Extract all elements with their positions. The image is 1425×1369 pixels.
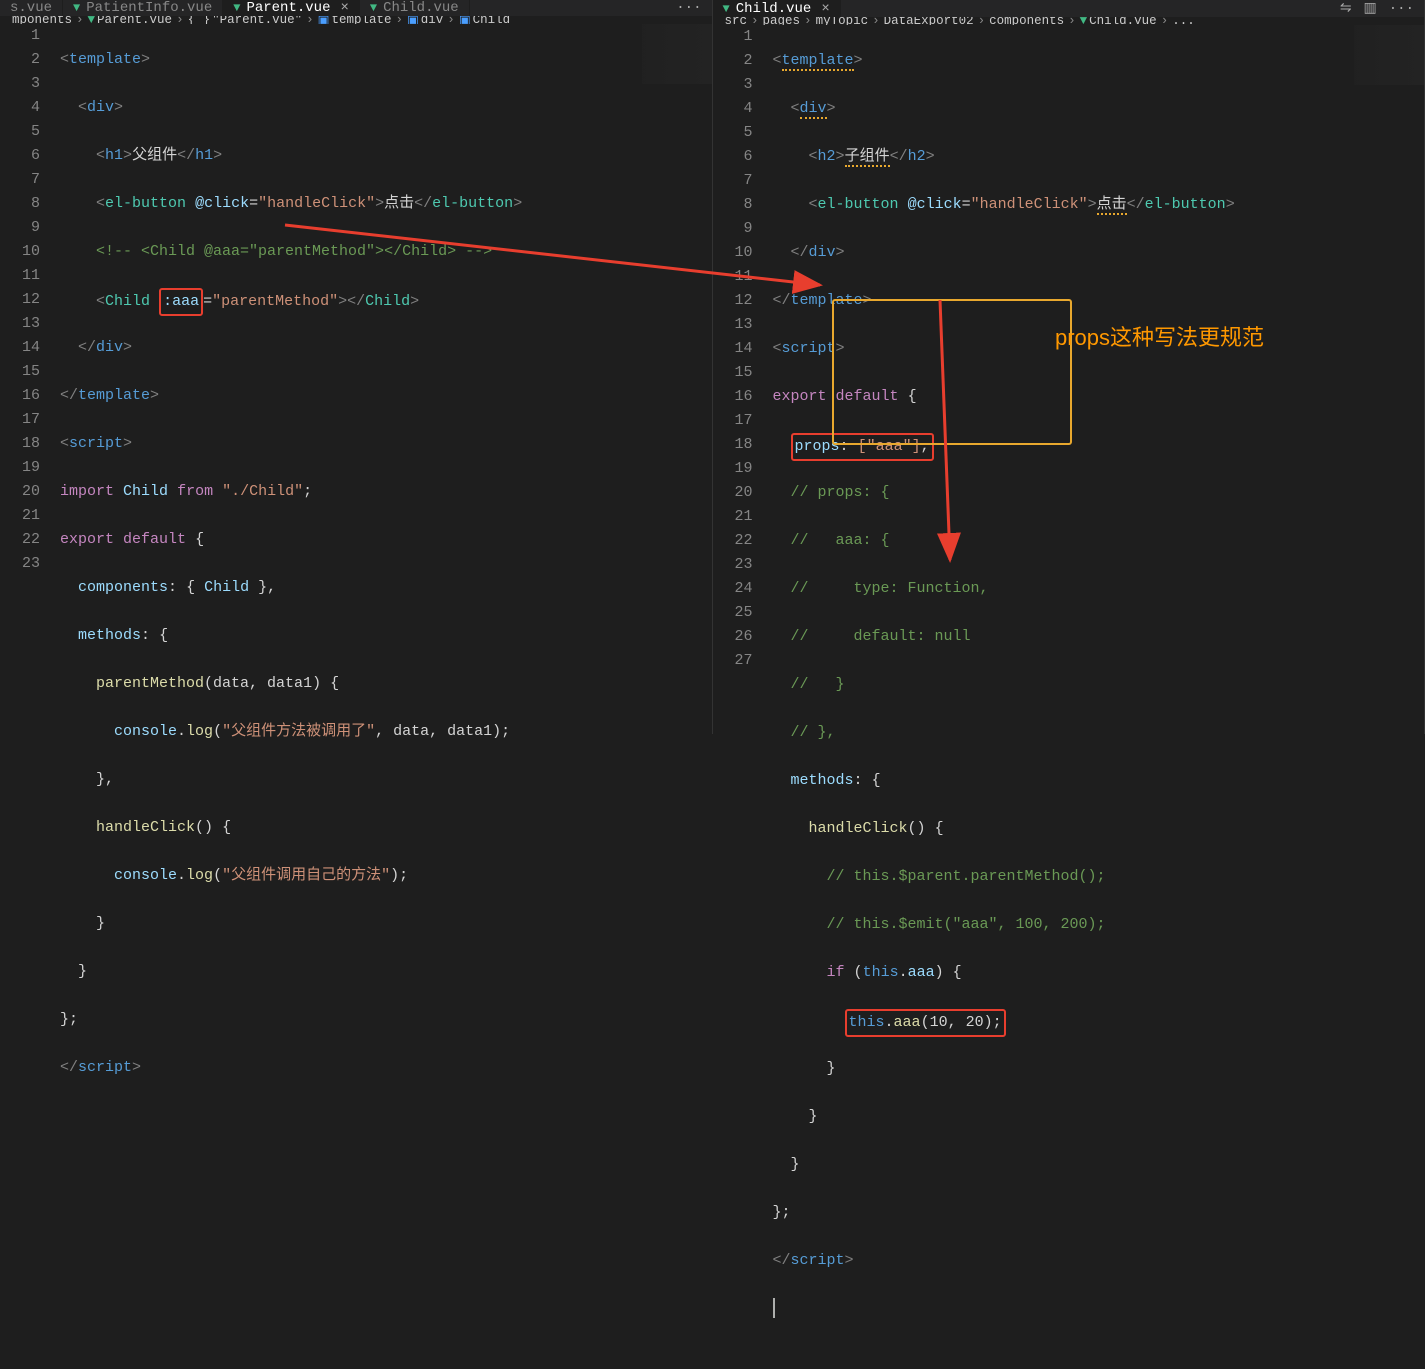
- more-icon[interactable]: ···: [1389, 1, 1414, 17]
- tab-patientinfo-vue[interactable]: ▼ PatientInfo.vue: [63, 0, 223, 16]
- cube-icon: ▣: [459, 16, 471, 24]
- cursor: [773, 1298, 775, 1318]
- cube-icon: ▣: [318, 16, 330, 24]
- left-tab-bar: s.vue ▼ PatientInfo.vue ▼ Parent.vue × ▼…: [0, 0, 712, 16]
- breadcrumb-item[interactable]: DataExport02: [884, 17, 974, 25]
- close-icon[interactable]: ×: [340, 0, 348, 16]
- cube-icon: ▣: [407, 16, 419, 24]
- tab-child-vue[interactable]: ▼ Child.vue: [360, 0, 470, 16]
- right-gutter: 1 2 3 4 5 6 7 8 9 10 11 12 13 14 15 16 1…: [713, 25, 773, 1369]
- breadcrumb-item[interactable]: Child: [473, 16, 511, 24]
- tab-label: Child.vue: [383, 0, 459, 16]
- left-code[interactable]: <template> <div> <h1>父组件</h1> <el-button…: [60, 24, 712, 1176]
- breadcrumb-item[interactable]: myTopic: [816, 17, 869, 25]
- breadcrumb-item[interactable]: components: [989, 17, 1064, 25]
- vue-icon: ▼: [1080, 17, 1088, 25]
- tab-label: s.vue: [10, 0, 52, 16]
- tab-s-vue[interactable]: s.vue: [0, 0, 63, 16]
- right-breadcrumb[interactable]: src › pages › myTopic › DataExport02 › c…: [713, 17, 1425, 25]
- brace-icon: { }: [188, 16, 211, 24]
- right-code[interactable]: <template> <div> <h2>子组件</h2> <el-button…: [773, 25, 1425, 1369]
- left-code-area[interactable]: 1 2 3 4 5 6 7 8 9 10 11 12 13 14 15 16 1…: [0, 24, 712, 1176]
- right-tab-bar: ▼ Child.vue × ⇋ ▥ ···: [713, 0, 1425, 17]
- vue-icon: ▼: [723, 2, 730, 16]
- breadcrumb-item[interactable]: mponents: [12, 16, 72, 24]
- left-editor-pane: s.vue ▼ PatientInfo.vue ▼ Parent.vue × ▼…: [0, 0, 713, 734]
- compare-icon[interactable]: ⇋: [1340, 0, 1352, 17]
- breadcrumb-item[interactable]: template: [331, 16, 391, 24]
- tab-overflow-icon[interactable]: ···: [676, 0, 701, 16]
- tab-label: Parent.vue: [246, 0, 330, 16]
- vue-icon: ▼: [233, 1, 240, 15]
- breadcrumb-item[interactable]: div: [421, 16, 444, 24]
- tab-parent-vue[interactable]: ▼ Parent.vue ×: [223, 0, 360, 16]
- split-icon[interactable]: ▥: [1364, 0, 1377, 17]
- tab-label: Child.vue: [736, 1, 812, 17]
- red-box-this-aaa: this.aaa(10, 20);: [845, 1009, 1006, 1037]
- tab-child-vue[interactable]: ▼ Child.vue ×: [713, 0, 841, 17]
- breadcrumb-item[interactable]: pages: [763, 17, 801, 25]
- breadcrumb-item[interactable]: Parent.vue: [97, 16, 172, 24]
- breadcrumb-item[interactable]: ...: [1172, 17, 1195, 25]
- tab-label: PatientInfo.vue: [86, 0, 212, 16]
- left-breadcrumb[interactable]: mponents › ▼ Parent.vue › { } "Parent.vu…: [0, 16, 712, 24]
- breadcrumb-item[interactable]: Child.vue: [1089, 17, 1157, 25]
- left-gutter: 1 2 3 4 5 6 7 8 9 10 11 12 13 14 15 16 1…: [0, 24, 60, 1176]
- breadcrumb-item[interactable]: src: [725, 17, 748, 25]
- vue-icon: ▼: [73, 1, 80, 15]
- vue-icon: ▼: [370, 1, 377, 15]
- red-box-aaa-attr: :aaa: [159, 288, 203, 316]
- minimap[interactable]: [1354, 25, 1424, 85]
- right-code-area[interactable]: 1 2 3 4 5 6 7 8 9 10 11 12 13 14 15 16 1…: [713, 25, 1425, 1369]
- annotation-text: props这种写法更规范: [1055, 320, 1264, 352]
- vue-icon: ▼: [88, 16, 96, 24]
- close-icon[interactable]: ×: [821, 1, 829, 17]
- breadcrumb-item[interactable]: "Parent.vue": [212, 16, 302, 24]
- yellow-box-props-alt: [832, 299, 1072, 445]
- minimap[interactable]: [642, 24, 712, 84]
